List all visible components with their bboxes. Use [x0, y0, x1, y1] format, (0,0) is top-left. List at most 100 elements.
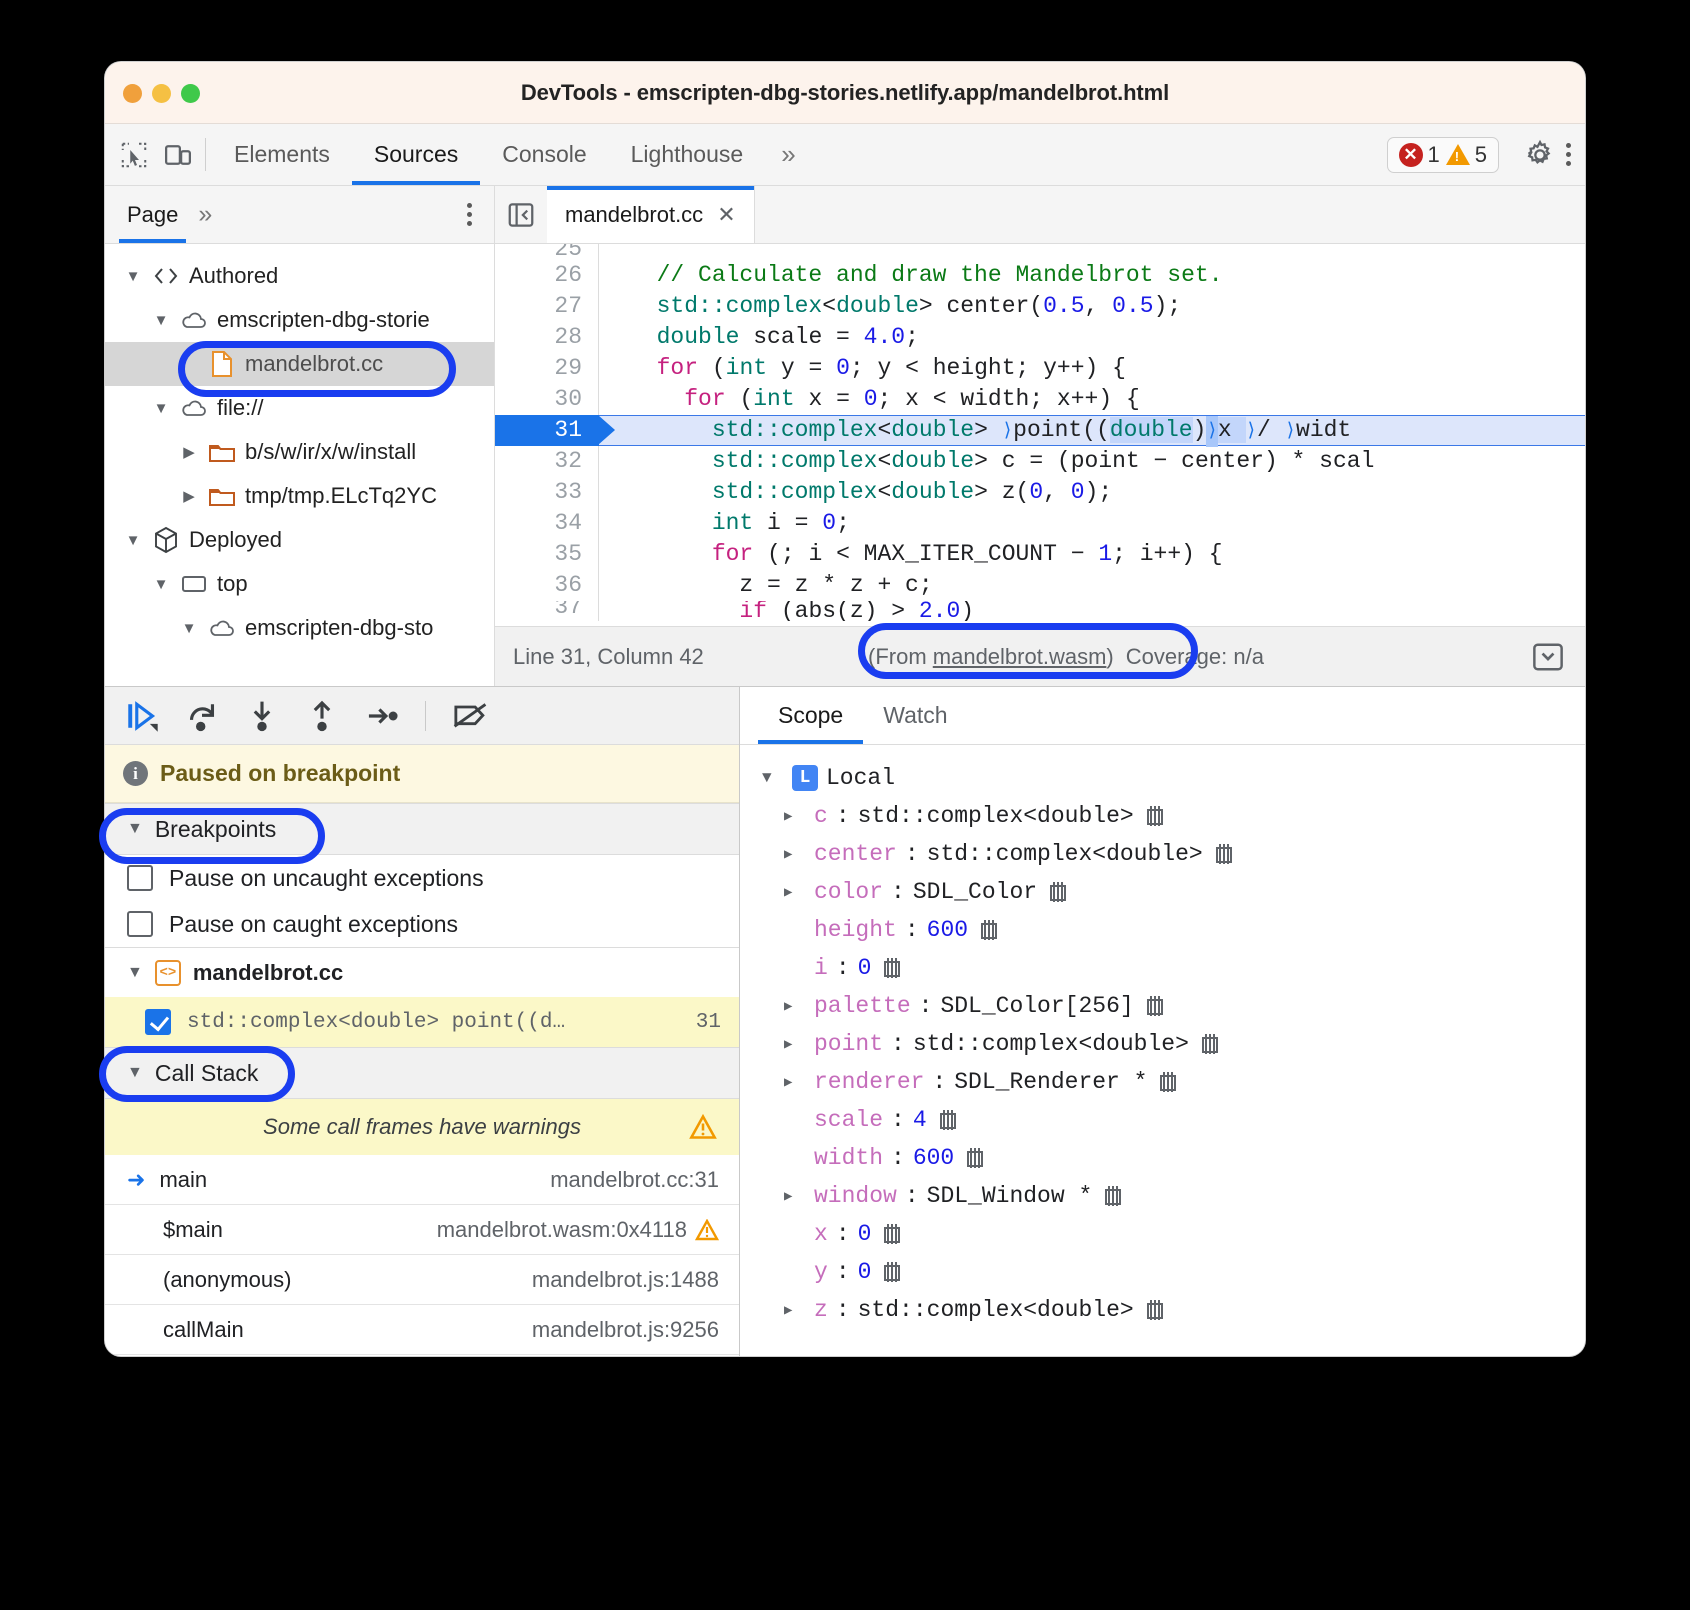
memory-inspector-icon[interactable]: [979, 920, 999, 940]
memory-inspector-icon[interactable]: [882, 958, 902, 978]
close-icon[interactable]: ✕: [717, 202, 735, 228]
chevron-right-icon[interactable]: [784, 1302, 806, 1319]
chevron-down-icon[interactable]: ▼: [127, 1064, 143, 1082]
memory-inspector-icon[interactable]: [882, 1224, 902, 1244]
memory-inspector-icon[interactable]: [1145, 996, 1165, 1016]
scope-variable-row[interactable]: color: SDL_Color: [740, 873, 1585, 911]
chevron-right-icon[interactable]: [784, 808, 806, 825]
device-toolbar-icon[interactable]: [163, 140, 193, 170]
chevron-down-icon[interactable]: ▼: [762, 769, 784, 787]
tab-page[interactable]: Page: [105, 186, 190, 243]
resume-script-icon[interactable]: [125, 699, 159, 733]
tab-scope[interactable]: Scope: [758, 687, 863, 744]
tree-item-install-folder[interactable]: b/s/w/ir/x/w/install: [105, 430, 494, 474]
tab-watch[interactable]: Watch: [863, 687, 967, 744]
tree-item-mandelbrot-cc[interactable]: mandelbrot.cc: [105, 342, 494, 386]
chevron-down-icon[interactable]: [123, 268, 143, 285]
chevron-right-icon[interactable]: [179, 443, 199, 461]
scope-root-local[interactable]: ▼ L Local: [740, 759, 1585, 797]
chevron-right-icon[interactable]: [784, 1036, 806, 1053]
step-icon[interactable]: [365, 699, 399, 733]
tree-item-deployed[interactable]: Deployed: [105, 518, 494, 562]
close-window-button[interactable]: [123, 84, 142, 103]
memory-inspector-icon[interactable]: [965, 1148, 985, 1168]
call-stack-frame[interactable]: $main mandelbrot.wasm:0x4118: [105, 1205, 739, 1255]
chevron-down-icon[interactable]: [151, 400, 171, 417]
scope-variable-row[interactable]: x: 0: [740, 1215, 1585, 1253]
more-tabs-icon[interactable]: »: [765, 124, 811, 185]
tree-item-authored[interactable]: Authored: [105, 254, 494, 298]
scope-variable-row[interactable]: point: std::complex<double>: [740, 1025, 1585, 1063]
tab-lighthouse[interactable]: Lighthouse: [609, 124, 766, 185]
chevron-down-icon[interactable]: [179, 620, 199, 637]
memory-inspector-icon[interactable]: [1048, 882, 1068, 902]
scope-variable-row[interactable]: c: std::complex<double>: [740, 797, 1585, 835]
kebab-menu-icon[interactable]: [1566, 143, 1571, 166]
code-editor[interactable]: 25 26 // Calculate and draw the Mandelbr…: [495, 244, 1585, 626]
call-stack-frame[interactable]: (anonymous) mandelbrot.js:1488: [105, 1255, 739, 1305]
scope-variable-row[interactable]: width: 600: [740, 1139, 1585, 1177]
tree-item-emscripten-deployed[interactable]: emscripten-dbg-sto: [105, 606, 494, 650]
tree-item-tmp-folder[interactable]: tmp/tmp.ELcTq2YC: [105, 474, 494, 518]
memory-inspector-icon[interactable]: [1103, 1186, 1123, 1206]
chevron-right-icon[interactable]: [784, 846, 806, 863]
memory-inspector-icon[interactable]: [938, 1110, 958, 1130]
chevron-right-icon[interactable]: [784, 998, 806, 1015]
editor-tab-mandelbrot-cc[interactable]: mandelbrot.cc ✕: [547, 186, 755, 243]
memory-inspector-icon[interactable]: [1145, 1300, 1165, 1320]
chevron-right-icon[interactable]: [784, 1074, 806, 1091]
window-controls[interactable]: [123, 84, 200, 103]
scope-variable-row[interactable]: height: 600: [740, 911, 1585, 949]
call-stack-frame[interactable]: callMain mandelbrot.js:9256: [105, 1305, 739, 1355]
memory-inspector-icon[interactable]: [1145, 806, 1165, 826]
chevron-right-icon[interactable]: [784, 884, 806, 901]
scope-variable-row[interactable]: scale: 4: [740, 1101, 1585, 1139]
breakpoint-item[interactable]: std::complex<double> point((d… 31: [105, 997, 739, 1047]
pause-uncaught-row[interactable]: Pause on uncaught exceptions: [105, 855, 739, 901]
scope-variable-row[interactable]: renderer: SDL_Renderer *: [740, 1063, 1585, 1101]
breakpoint-file-group[interactable]: ▼ <> mandelbrot.cc: [105, 947, 739, 997]
wasm-source-link[interactable]: mandelbrot.wasm: [933, 644, 1107, 669]
tree-item-file-protocol[interactable]: file://: [105, 386, 494, 430]
scope-variable-row[interactable]: z: std::complex<double>: [740, 1291, 1585, 1329]
scope-variable-row[interactable]: center: std::complex<double>: [740, 835, 1585, 873]
chevron-right-icon[interactable]: [784, 1188, 806, 1205]
chevron-down-icon[interactable]: [123, 532, 143, 549]
tab-sources[interactable]: Sources: [352, 124, 480, 185]
navigator-kebab-menu-icon[interactable]: [467, 203, 494, 226]
show-navigator-icon[interactable]: [495, 200, 547, 230]
memory-inspector-icon[interactable]: [1158, 1072, 1178, 1092]
scope-variable-row[interactable]: window: SDL_Window *: [740, 1177, 1585, 1215]
error-counter[interactable]: ✕ 1: [1399, 142, 1440, 168]
minimize-window-button[interactable]: [152, 84, 171, 103]
navigator-more-icon[interactable]: »: [190, 200, 220, 229]
call-stack-section-header[interactable]: ▼ Call Stack: [105, 1047, 739, 1099]
maximize-window-button[interactable]: [181, 84, 200, 103]
scope-variable-row[interactable]: palette: SDL_Color[256]: [740, 987, 1585, 1025]
memory-inspector-icon[interactable]: [882, 1262, 902, 1282]
call-stack-frame[interactable]: ➜ main mandelbrot.cc:31: [105, 1155, 739, 1205]
breakpoint-checkbox[interactable]: [145, 1009, 171, 1035]
step-over-icon[interactable]: [185, 699, 219, 733]
pause-caught-checkbox[interactable]: [127, 911, 153, 937]
gear-icon[interactable]: [1524, 139, 1556, 171]
tree-item-top[interactable]: top: [105, 562, 494, 606]
pause-uncaught-checkbox[interactable]: [127, 865, 153, 891]
scope-variable-row[interactable]: y: 0: [740, 1253, 1585, 1291]
scope-variable-row[interactable]: i: 0: [740, 949, 1585, 987]
chevron-down-icon[interactable]: ▼: [127, 964, 143, 982]
issue-counters[interactable]: ✕ 1 5: [1387, 137, 1500, 173]
memory-inspector-icon[interactable]: [1214, 844, 1234, 864]
warning-counter[interactable]: 5: [1446, 142, 1487, 168]
memory-inspector-icon[interactable]: [1200, 1034, 1220, 1054]
tab-console[interactable]: Console: [480, 124, 608, 185]
open-drawer-icon[interactable]: [1531, 642, 1585, 672]
tree-item-emscripten-dbg-stories[interactable]: emscripten-dbg-storie: [105, 298, 494, 342]
chevron-down-icon[interactable]: ▼: [127, 820, 143, 838]
pause-caught-row[interactable]: Pause on caught exceptions: [105, 901, 739, 947]
inspect-element-icon[interactable]: [119, 140, 149, 170]
step-into-icon[interactable]: [245, 699, 279, 733]
breakpoints-section-header[interactable]: ▼ Breakpoints: [105, 803, 739, 855]
chevron-down-icon[interactable]: [151, 576, 171, 593]
deactivate-breakpoints-icon[interactable]: [452, 699, 488, 733]
